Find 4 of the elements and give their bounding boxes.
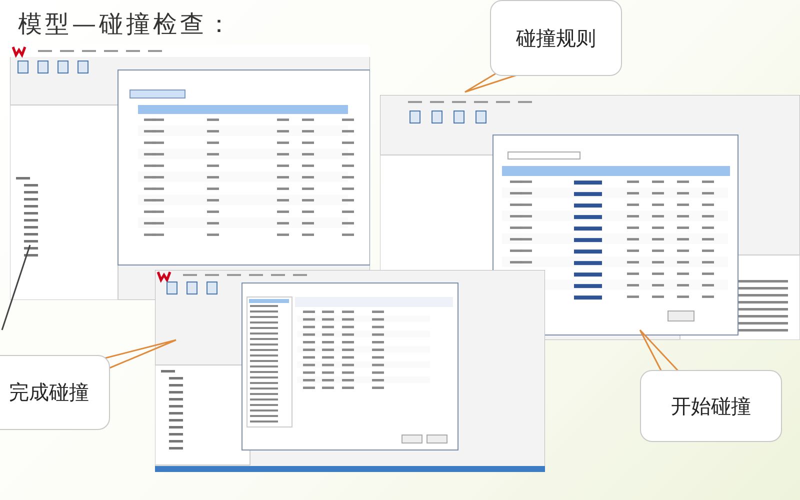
callout-text: 碰撞规则: [490, 0, 622, 76]
slide-title: 模型—碰撞检查：: [18, 9, 234, 40]
callout-text: 完成碰撞: [0, 355, 110, 430]
callout-text: 开始碰撞: [640, 370, 782, 442]
